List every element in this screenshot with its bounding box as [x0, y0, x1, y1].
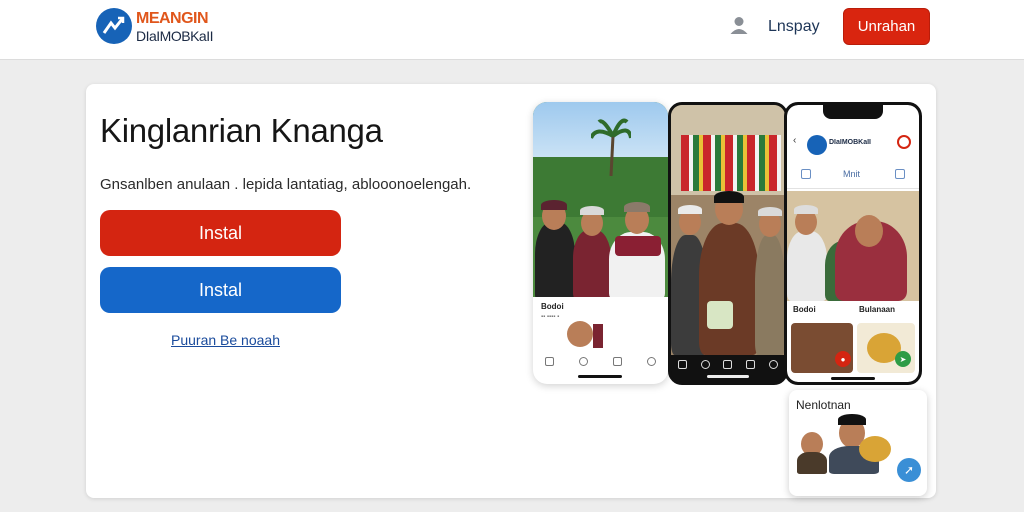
phone-left-photo — [533, 102, 668, 297]
hero-subtitle: Gnsanlben anulaan . lepida lantatiag, ab… — [100, 176, 472, 193]
phone-mockup-middle — [668, 102, 788, 385]
notification-card[interactable]: Nenlotnan ➚ — [789, 390, 927, 496]
tab-label[interactable]: Mnit — [843, 169, 860, 179]
book-prop — [707, 301, 733, 329]
phone-middle-home-indicator — [707, 375, 749, 378]
bag-icon[interactable] — [612, 356, 622, 366]
user-icon[interactable] — [729, 15, 749, 35]
logo-wordmark-top: MEANGIN — [136, 10, 209, 27]
phone-left-thumbnail — [567, 321, 593, 347]
phone-left-thumbnail-accent — [593, 324, 603, 348]
logo-wordmark-bottom: DIaIMOBKaII — [136, 28, 213, 44]
back-arrow-icon[interactable]: ‹ — [793, 135, 796, 146]
phone-right-home-indicator — [831, 377, 875, 380]
top-navigation-bar: MEANGIN DIaIMOBKaII Lnspay Unrahan — [0, 0, 1024, 60]
install-button-primary[interactable]: Instal — [100, 210, 341, 256]
learn-more-link[interactable]: Puuran Be noaah — [171, 332, 280, 348]
phone-left-navbar — [533, 353, 668, 369]
share-button[interactable]: ➤ — [895, 351, 911, 367]
notification-title: Nenlotnan — [796, 398, 851, 412]
profile-icon[interactable] — [769, 359, 779, 369]
logo-mark-icon — [96, 8, 132, 44]
search-icon[interactable] — [700, 359, 710, 369]
search-icon[interactable] — [579, 356, 589, 366]
phone-middle-photo — [671, 105, 785, 355]
send-button[interactable]: ➚ — [897, 458, 921, 482]
notification-photo — [795, 412, 899, 474]
home-icon[interactable] — [545, 356, 555, 366]
page-title: Kinglanrian Knanga — [100, 112, 383, 149]
phone-mockup-right: ‹ DIaIMOBKaII Mnit Bodoi Bulanaan ● ➤ — [784, 102, 922, 385]
bag-icon[interactable] — [723, 359, 733, 369]
install-button-secondary[interactable]: Instal — [100, 267, 341, 313]
grid-icon[interactable] — [801, 169, 811, 179]
app-logo-text: DIaIMOBKaII — [829, 139, 872, 146]
phone-right-photo — [787, 191, 919, 301]
home-icon[interactable] — [677, 359, 687, 369]
phone-mockup-left: Bodoi ▪▪ ▪▪▪▪ ▪ — [533, 102, 668, 384]
brand-logo[interactable]: MEANGIN DIaIMOBKaII — [96, 8, 236, 48]
signup-button[interactable]: Unrahan — [843, 8, 930, 45]
bag-icon[interactable] — [895, 169, 905, 179]
record-button[interactable]: ● — [835, 351, 851, 367]
phone-left-caption: Bodoi — [541, 302, 564, 311]
phone-right-caption-right: Bulanaan — [859, 305, 896, 314]
phone-left-meta: ▪▪ ▪▪▪▪ ▪ — [541, 314, 560, 320]
cart-icon[interactable] — [746, 359, 756, 369]
phone-right-caption-left: Bodoi — [793, 305, 816, 314]
profile-icon[interactable] — [646, 356, 656, 366]
login-link[interactable]: Lnspay — [768, 18, 820, 36]
record-icon[interactable] — [897, 135, 911, 149]
phone-left-home-indicator — [578, 375, 622, 378]
app-logo-icon — [807, 135, 827, 155]
phone-middle-navbar — [671, 357, 785, 371]
